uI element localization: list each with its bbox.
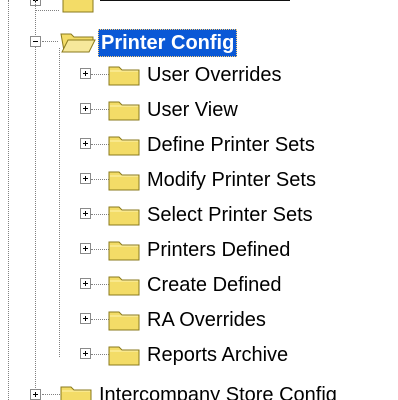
plus-icon[interactable]: [80, 103, 91, 114]
tree-item-label-selected[interactable]: Printer Config: [98, 29, 238, 57]
plus-icon[interactable]: [80, 348, 91, 359]
folder-icon: [108, 171, 140, 191]
tree-item-label[interactable]: User Overrides: [144, 61, 284, 89]
folder-icon: [62, 0, 94, 13]
folder-open-icon: [60, 33, 96, 53]
tree-line-branch: [91, 214, 109, 215]
tree-line-branch: [42, 394, 60, 395]
tree-item-label[interactable]: Modify Printer Sets: [144, 166, 319, 194]
tree-row-printers-defined[interactable]: Printers Defined: [0, 233, 398, 267]
folder-icon: [108, 241, 140, 261]
partial-text: [100, 0, 290, 1]
tree-item-label[interactable]: RA Overrides: [144, 306, 269, 334]
tree-item-label[interactable]: Printers Defined: [144, 236, 293, 264]
tree-item-label[interactable]: Select Printer Sets: [144, 201, 316, 229]
tree-item-label[interactable]: Intercompany Store Config: [96, 381, 340, 400]
tree-line-branch: [91, 284, 109, 285]
tree-row-user-view[interactable]: User View: [0, 93, 398, 127]
tree-row-select-printer-sets[interactable]: Select Printer Sets: [0, 198, 398, 232]
tree-row-reports-archive[interactable]: Reports Archive: [0, 338, 398, 372]
tree-row-ra-overrides[interactable]: RA Overrides: [0, 303, 398, 337]
tree-row-create-defined[interactable]: Create Defined: [0, 268, 398, 302]
folder-icon: [108, 136, 140, 156]
tree-item-label[interactable]: Create Defined: [144, 271, 285, 299]
tree-row-user-overrides[interactable]: User Overrides: [0, 58, 398, 92]
tree-line-branch: [91, 74, 109, 75]
folder-icon: [108, 101, 140, 121]
tree-line-branch: [42, 41, 58, 42]
tree-row-printer-config[interactable]: Printer Config: [0, 25, 398, 59]
folder-icon: [108, 206, 140, 226]
plus-icon[interactable]: [80, 138, 91, 149]
tree-line-branch: [91, 109, 109, 110]
tree-row-define-printer-sets[interactable]: Define Printer Sets: [0, 128, 398, 162]
folder-icon: [60, 386, 92, 400]
plus-icon[interactable]: [30, 389, 41, 400]
tree-view[interactable]: Printer Config User Overrides User View …: [0, 0, 398, 400]
tree-item-label[interactable]: User View: [144, 96, 241, 124]
folder-icon: [108, 276, 140, 296]
plus-icon[interactable]: [80, 173, 91, 184]
plus-icon[interactable]: [80, 208, 91, 219]
folder-icon: [108, 346, 140, 366]
tree-line-branch: [91, 179, 109, 180]
tree-line-branch: [91, 354, 109, 355]
plus-icon[interactable]: [80, 68, 91, 79]
tree-item-label[interactable]: Reports Archive: [144, 341, 291, 369]
folder-icon: [108, 311, 140, 331]
plus-icon[interactable]: [80, 243, 91, 254]
plus-icon[interactable]: [80, 278, 91, 289]
tree-line-branch: [91, 249, 109, 250]
tree-row-intercompany-store-config[interactable]: Intercompany Store Config: [0, 378, 398, 400]
tree-item-label[interactable]: Define Printer Sets: [144, 131, 318, 159]
minus-icon[interactable]: [30, 36, 41, 47]
tree-line-branch: [91, 144, 109, 145]
tree-line-branch: [91, 319, 109, 320]
tree-line-top-branch: [35, 10, 59, 11]
plus-icon[interactable]: [80, 313, 91, 324]
tree-row-modify-printer-sets[interactable]: Modify Printer Sets: [0, 163, 398, 197]
folder-icon: [108, 66, 140, 86]
tree-row-previous[interactable]: [0, 0, 398, 18]
